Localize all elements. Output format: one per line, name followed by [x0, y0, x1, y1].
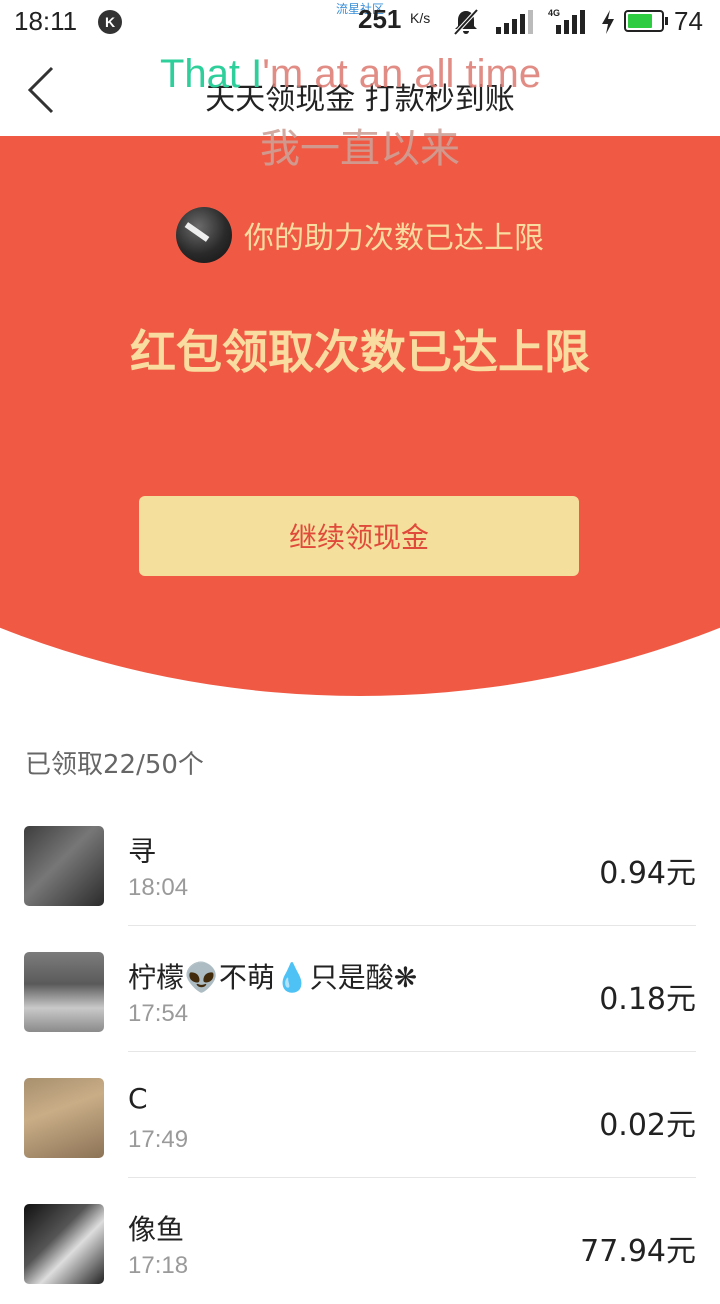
status-bar: 18:11 K 流星社区 251 K/s 4G 74	[0, 0, 720, 44]
claim-amount: 0.18元	[599, 982, 696, 1017]
overlay-caption-chinese: 我一直以来	[260, 126, 460, 172]
red-packet-banner: 你的助力次数已达上限 红包领取次数已达上限 继续领现金	[0, 136, 720, 696]
overlay-caption-rest: 'm at an all time	[262, 52, 542, 96]
avatar	[24, 826, 104, 906]
battery-level: 74	[674, 6, 703, 36]
list-item[interactable]: C 17:49 0.02元	[0, 1052, 720, 1178]
k-app-icon: K	[98, 10, 122, 34]
list-item[interactable]: 寻 18:04 0.94元	[0, 800, 720, 926]
bell-muted-icon	[452, 8, 480, 40]
list-item[interactable]: 像鱼 17:18 77.94元	[0, 1178, 720, 1304]
avatar	[24, 1078, 104, 1158]
battery-icon	[624, 10, 668, 32]
user-name: 寻	[128, 835, 157, 868]
claim-time: 17:18	[128, 1252, 189, 1279]
claimed-count: 已领取22/50个	[25, 750, 204, 780]
signal-icon	[494, 9, 534, 39]
claim-time: 18:04	[128, 874, 189, 901]
charging-bolt-icon	[600, 9, 616, 39]
battery-fill	[628, 14, 652, 28]
user-name: 像鱼	[128, 1213, 185, 1246]
assist-limit-text: 你的助力次数已达上限	[244, 221, 544, 256]
assist-status: 你的助力次数已达上限	[0, 206, 720, 264]
overlay-caption-highlight: That I	[160, 52, 263, 96]
overlay-caption-english: That I'm at an all time	[160, 52, 541, 97]
limit-title: 红包领取次数已达上限	[130, 325, 590, 379]
signal-4g-icon	[548, 9, 588, 39]
network-speed-unit: K/s	[410, 10, 431, 26]
user-name: 柠檬👽不萌💧只是酸❋	[128, 961, 418, 994]
network-speed: 251	[358, 4, 402, 34]
status-time: 18:11	[14, 6, 78, 36]
continue-cash-button[interactable]: 继续领现金	[139, 496, 579, 576]
list-item[interactable]: 柠檬👽不萌💧只是酸❋ 17:54 0.18元	[0, 926, 720, 1052]
claim-amount: 77.94元	[580, 1234, 696, 1269]
claim-amount: 0.94元	[599, 856, 696, 891]
claim-time: 17:54	[128, 1000, 189, 1027]
claim-amount: 0.02元	[599, 1108, 696, 1143]
avatar	[24, 952, 104, 1032]
claim-time: 17:49	[128, 1126, 189, 1153]
claim-list: 寻 18:04 0.94元 柠檬👽不萌💧只是酸❋ 17:54 0.18元 C 1…	[0, 800, 720, 1304]
user-avatar	[176, 207, 232, 263]
avatar	[24, 1204, 104, 1284]
user-name: C	[128, 1082, 148, 1115]
